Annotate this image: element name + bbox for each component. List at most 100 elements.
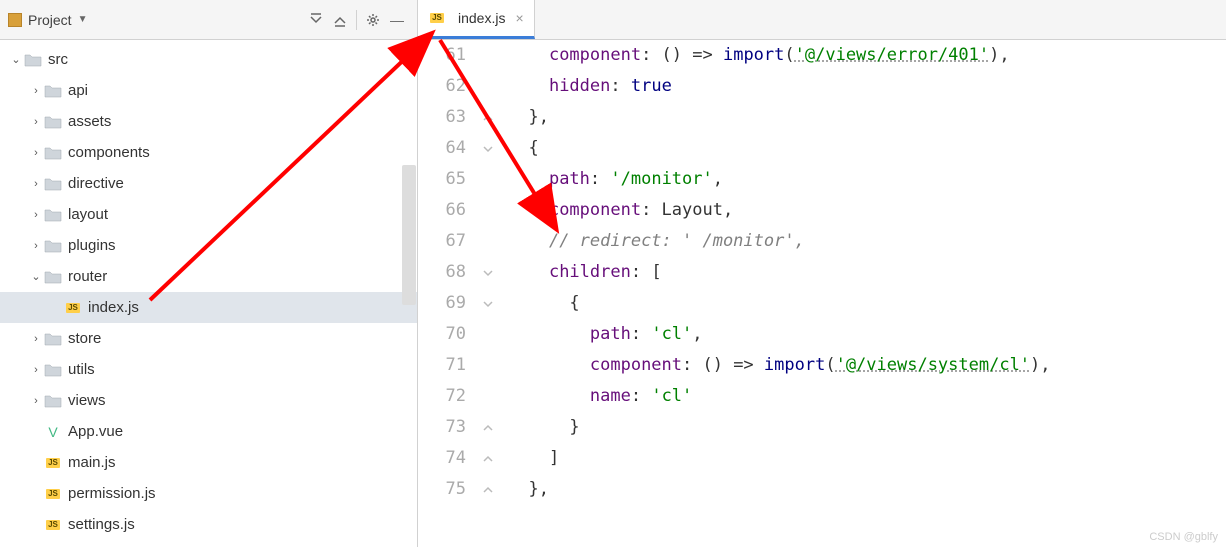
tab-label: index.js bbox=[458, 10, 505, 26]
chevron-icon[interactable]: › bbox=[28, 85, 44, 97]
code-line[interactable]: { bbox=[508, 133, 1226, 164]
tree-item-src[interactable]: ⌄ src bbox=[0, 44, 417, 75]
chevron-icon[interactable]: ⌄ bbox=[28, 270, 44, 283]
fold-marker[interactable] bbox=[478, 443, 498, 474]
fold-marker[interactable] bbox=[478, 474, 498, 505]
watermark: CSDN @gblfy bbox=[1149, 531, 1218, 543]
tree-item-index-js[interactable]: ·JSindex.js bbox=[0, 292, 417, 323]
code-editor[interactable]: 616263646566676869707172737475 component… bbox=[418, 40, 1226, 547]
scrollbar-thumb[interactable] bbox=[402, 165, 416, 305]
code-line[interactable]: name: 'cl' bbox=[508, 381, 1226, 412]
tree-item--editorconfig[interactable]: ·⚙.editorconfig bbox=[0, 540, 417, 547]
line-number: 71 bbox=[418, 350, 466, 381]
line-number: 65 bbox=[418, 164, 466, 195]
code-line[interactable]: } bbox=[508, 412, 1226, 443]
code-content[interactable]: component: () => import('@/views/error/4… bbox=[498, 40, 1226, 547]
file-tree: ⌄src›api›assets›components›directive›lay… bbox=[0, 40, 417, 547]
code-line[interactable]: ] bbox=[508, 443, 1226, 474]
code-line[interactable]: }, bbox=[508, 474, 1226, 505]
select-opened-file-button[interactable] bbox=[304, 8, 328, 32]
chevron-icon[interactable]: › bbox=[28, 209, 44, 221]
tree-item-directive[interactable]: ›directive bbox=[0, 168, 417, 199]
js-file-icon: JS bbox=[44, 456, 62, 470]
fold-marker bbox=[478, 350, 498, 381]
fold-marker bbox=[478, 71, 498, 102]
js-file-icon: JS bbox=[44, 518, 62, 532]
line-number: 67 bbox=[418, 226, 466, 257]
tree-item-views[interactable]: ›views bbox=[0, 385, 417, 416]
tree-item-utils[interactable]: › utils bbox=[0, 354, 417, 385]
fold-marker[interactable] bbox=[478, 257, 498, 288]
tree-item-store[interactable]: › store bbox=[0, 323, 417, 354]
chevron-icon[interactable]: ⌄ bbox=[8, 53, 24, 66]
fold-marker bbox=[478, 40, 498, 71]
code-line[interactable]: component: Layout, bbox=[508, 195, 1226, 226]
tree-item-label: permission.js bbox=[68, 485, 156, 502]
tree-item-router[interactable]: ⌄router bbox=[0, 261, 417, 292]
fold-marker[interactable] bbox=[478, 412, 498, 443]
fold-marker bbox=[478, 164, 498, 195]
folder-icon bbox=[44, 177, 62, 191]
code-line[interactable]: { bbox=[508, 288, 1226, 319]
code-line[interactable]: children: [ bbox=[508, 257, 1226, 288]
fold-marker bbox=[478, 381, 498, 412]
fold-marker bbox=[478, 319, 498, 350]
editor-area: JS index.js × 61626364656667686970717273… bbox=[418, 0, 1226, 547]
chevron-icon[interactable]: › bbox=[28, 178, 44, 190]
fold-marker bbox=[478, 226, 498, 257]
tree-item-label: layout bbox=[68, 206, 108, 223]
tree-item-label: index.js bbox=[88, 299, 139, 316]
tree-item-plugins[interactable]: ›plugins bbox=[0, 230, 417, 261]
js-file-icon: JS bbox=[428, 11, 446, 25]
code-line[interactable]: component: () => import('@/views/system/… bbox=[508, 350, 1226, 381]
folder-icon bbox=[44, 84, 62, 98]
tree-item-main-js[interactable]: ·JSmain.js bbox=[0, 447, 417, 478]
tree-item-App-vue[interactable]: ·VApp.vue bbox=[0, 416, 417, 447]
tree-item-label: assets bbox=[68, 113, 111, 130]
tree-item-label: components bbox=[68, 144, 150, 161]
code-line[interactable]: // redirect: ' /monitor', bbox=[508, 226, 1226, 257]
fold-marker[interactable] bbox=[478, 133, 498, 164]
chevron-icon[interactable]: › bbox=[28, 395, 44, 407]
code-line[interactable]: path: '/monitor', bbox=[508, 164, 1226, 195]
tab-index-js[interactable]: JS index.js × bbox=[418, 0, 535, 39]
tree-item-label: utils bbox=[68, 361, 95, 378]
tree-item-permission-js[interactable]: ·JSpermission.js bbox=[0, 478, 417, 509]
tree-item-components[interactable]: › components bbox=[0, 137, 417, 168]
tree-item-assets[interactable]: › assets bbox=[0, 106, 417, 137]
code-line[interactable]: hidden: true bbox=[508, 71, 1226, 102]
tree-item-settings-js[interactable]: ·JSsettings.js bbox=[0, 509, 417, 540]
js-file-icon: JS bbox=[44, 487, 62, 501]
tree-item-label: store bbox=[68, 330, 101, 347]
code-line[interactable]: component: () => import('@/views/error/4… bbox=[508, 40, 1226, 71]
fold-marker[interactable] bbox=[478, 102, 498, 133]
code-line[interactable]: }, bbox=[508, 102, 1226, 133]
line-gutter: 616263646566676869707172737475 bbox=[418, 40, 478, 547]
chevron-icon[interactable]: › bbox=[28, 364, 44, 376]
fold-column bbox=[478, 40, 498, 547]
settings-button[interactable] bbox=[361, 8, 385, 32]
chevron-icon[interactable]: › bbox=[28, 240, 44, 252]
folder-icon bbox=[44, 146, 62, 160]
editor-tabs: JS index.js × bbox=[418, 0, 1226, 40]
close-icon[interactable]: × bbox=[515, 10, 523, 26]
tree-item-api[interactable]: ›api bbox=[0, 75, 417, 106]
fold-marker[interactable] bbox=[478, 288, 498, 319]
folder-icon bbox=[44, 239, 62, 253]
project-dropdown[interactable]: Project ▼ bbox=[8, 12, 87, 28]
chevron-icon[interactable]: › bbox=[28, 116, 44, 128]
tree-item-label: src bbox=[48, 51, 68, 68]
tree-item-label: settings.js bbox=[68, 516, 135, 533]
chevron-icon[interactable]: › bbox=[28, 147, 44, 159]
vue-file-icon: V bbox=[44, 425, 62, 439]
chevron-icon[interactable]: › bbox=[28, 333, 44, 345]
expand-all-button[interactable] bbox=[328, 8, 352, 32]
tree-item-label: App.vue bbox=[68, 423, 123, 440]
tree-item-layout[interactable]: › layout bbox=[0, 199, 417, 230]
line-number: 74 bbox=[418, 443, 466, 474]
hide-button[interactable]: — bbox=[385, 8, 409, 32]
js-file-icon: JS bbox=[64, 301, 82, 315]
folder-icon bbox=[44, 332, 62, 346]
project-icon bbox=[8, 13, 22, 27]
code-line[interactable]: path: 'cl', bbox=[508, 319, 1226, 350]
